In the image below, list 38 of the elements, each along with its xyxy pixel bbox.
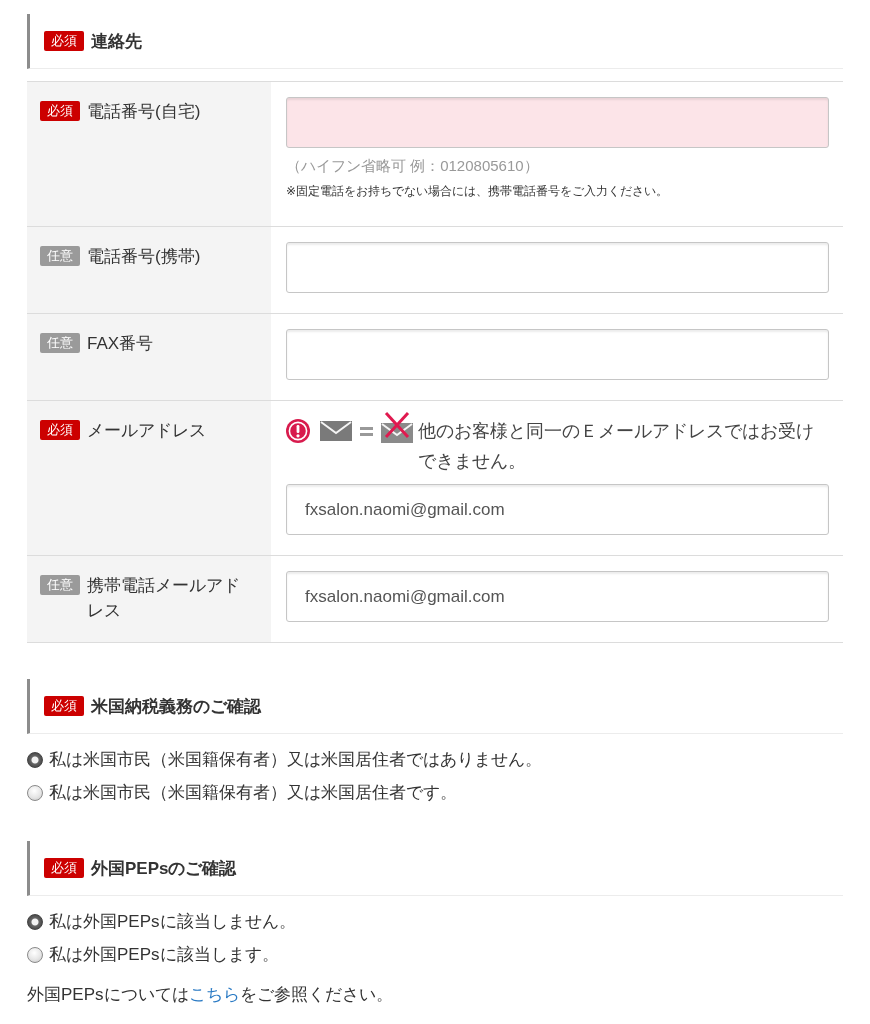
- option-label[interactable]: 私は米国市民（米国籍保有者）又は米国居住者です。: [49, 781, 457, 804]
- optional-badge: 任意: [40, 575, 80, 595]
- envelope-icon: [320, 421, 352, 441]
- warning-icon: [286, 419, 310, 443]
- option-label[interactable]: 私は外国PEPsに該当しません。: [49, 910, 296, 933]
- reference-note: 外国PEPsについてはこちら をご参照ください。: [27, 984, 394, 1006]
- radio-button[interactable]: [27, 784, 43, 801]
- equals-icon: [360, 426, 373, 436]
- field-label: 携帯電話メールアドレス: [87, 575, 241, 622]
- radio-button[interactable]: [27, 751, 43, 768]
- field-label: FAX番号: [87, 333, 154, 355]
- required-badge: 必須: [40, 101, 80, 121]
- input-field[interactable]: [286, 242, 829, 293]
- input-note: ※固定電話をお持ちでない場合には、携帯電話番号をご入力ください。: [286, 183, 670, 200]
- field-label: 電話番号(自宅): [87, 101, 201, 123]
- input-field[interactable]: fxsalon.naomi@gmail.com: [286, 484, 829, 535]
- required-badge: 必須: [44, 858, 84, 878]
- section-title: 連絡先: [91, 30, 142, 53]
- input-field[interactable]: [286, 97, 829, 148]
- field-label: 電話番号(携帯): [87, 246, 201, 268]
- option-label[interactable]: 私は外国PEPsに該当します。: [49, 943, 279, 966]
- section-title: 米国納税義務のご確認: [91, 695, 261, 718]
- optional-badge: 任意: [40, 246, 80, 266]
- reference-link[interactable]: こちら: [188, 985, 240, 1004]
- section-title: 外国PEPsのご確認: [91, 857, 237, 880]
- field-label: メールアドレス: [87, 420, 206, 442]
- input-hint: （ハイフン省略可 例：0120805610）: [286, 156, 540, 176]
- notice-text: 他のお客様と同一のＥメールアドレスではお受けできません。: [418, 420, 815, 473]
- option-label[interactable]: 私は米国市民（米国籍保有者）又は米国居住者ではありません。: [49, 748, 542, 771]
- required-badge: 必須: [44, 31, 84, 51]
- input-field[interactable]: fxsalon.naomi@gmail.com: [286, 571, 829, 622]
- crossed-envelope-icon: [381, 411, 413, 443]
- required-badge: 必須: [44, 696, 84, 716]
- required-badge: 必須: [40, 420, 80, 440]
- input-field[interactable]: [286, 329, 829, 380]
- optional-badge: 任意: [40, 333, 80, 353]
- radio-button[interactable]: [27, 946, 43, 963]
- radio-button[interactable]: [27, 913, 43, 930]
